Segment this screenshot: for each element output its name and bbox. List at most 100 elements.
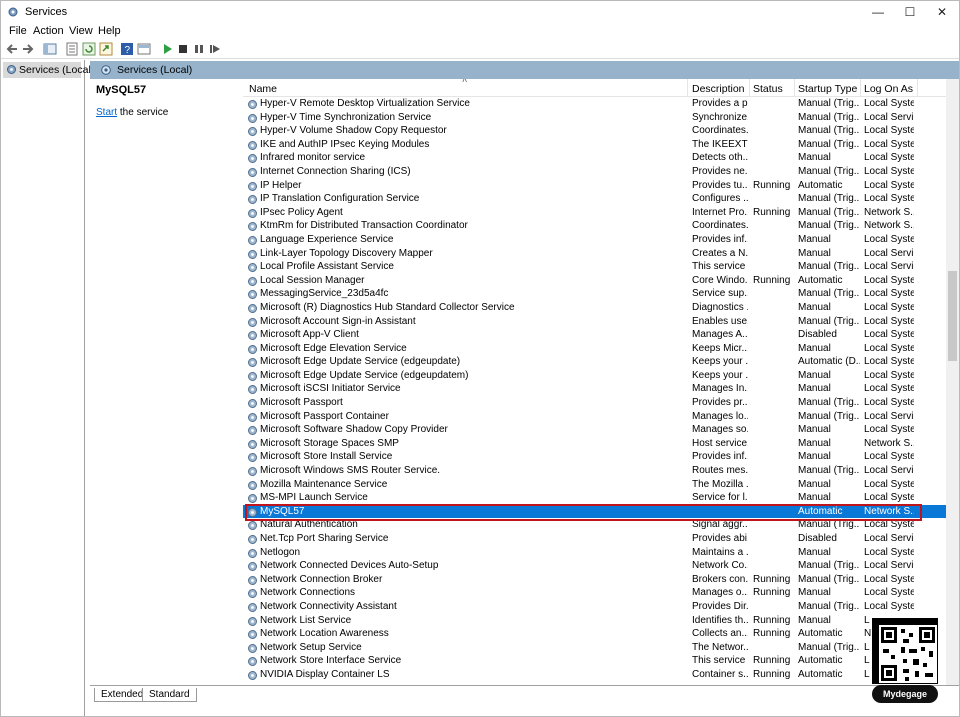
table-row[interactable]: Network Connections Manages o... Running Ma… [243,586,946,600]
menu-file[interactable]: File [9,25,27,37]
table-row[interactable]: MessagingService_23d5a4fc Service sup... M… [243,287,946,301]
service-startup-type: Manual [798,614,831,626]
table-row[interactable]: Microsoft Edge Update Service (edgeupdat… [243,355,946,369]
service-gear-icon [248,616,257,626]
table-row[interactable]: IKE and AuthIP IPsec Keying Modules The I… [243,138,946,152]
minimize-button[interactable]: — [862,1,894,23]
qr-code-icon [872,618,938,684]
service-gear-icon [248,344,257,354]
table-row[interactable]: Net.Tcp Port Sharing Service Provides abi… [243,532,946,546]
table-row[interactable]: Network Setup Service The Networ... Manual… [243,641,946,655]
table-row[interactable]: Network Connection Broker Brokers con... R… [243,573,946,587]
table-row[interactable]: Hyper-V Volume Shadow Copy Requestor Coor… [243,124,946,138]
table-row[interactable]: Microsoft App-V Client Manages A... Disabl… [243,328,946,342]
table-row[interactable]: Microsoft Edge Elevation Service Keeps Mi… [243,342,946,356]
table-row[interactable]: IP Translation Configuration Service Conf… [243,192,946,206]
service-description: Provides pr... [692,397,748,409]
table-row[interactable]: Microsoft Storage Spaces SMP Host service… [243,437,946,451]
table-row[interactable]: Hyper-V Remote Desktop Virtualization Se… [243,97,946,111]
column-header-status[interactable]: Status [753,83,783,95]
table-row[interactable]: Microsoft Software Shadow Copy Provider M… [243,423,946,437]
service-startup-type: Manual (Trig... [798,111,860,123]
table-row[interactable]: IP Helper Provides tu... Running Automatic L… [243,179,946,193]
table-row[interactable]: Network Connectivity Assistant Provides D… [243,600,946,614]
column-header-name[interactable]: Name [249,83,277,95]
properties-list-icon[interactable] [65,42,79,56]
table-row[interactable]: Microsoft Account Sign-in Assistant Enabl… [243,315,946,329]
table-row[interactable]: Network List Service Identifies th... Runn… [243,614,946,628]
table-row[interactable]: Network Store Interface Service This serv… [243,654,946,668]
stop-service-icon[interactable] [176,42,190,56]
restart-service-icon[interactable] [208,42,222,56]
menu-view[interactable]: View [69,25,93,37]
start-service-suffix: the service [117,107,169,118]
table-row[interactable]: Network Location Awareness Collects an...… [243,627,946,641]
vertical-scrollbar[interactable] [946,79,959,685]
table-row[interactable]: IPsec Policy Agent Internet Pro... Running… [243,206,946,220]
table-row[interactable]: MS-MPI Launch Service Service for l... Man… [243,491,946,505]
service-status: Running [753,655,791,667]
service-log-on-as: Local Syste... [864,193,914,205]
service-description: Host service... [692,437,748,449]
column-header-log-on-as[interactable]: Log On As [864,83,913,95]
service-startup-type: Manual [798,342,831,354]
start-service-icon[interactable] [160,42,174,56]
service-gear-icon [248,113,257,123]
table-row[interactable]: Microsoft Passport Provides pr... Manual (… [243,396,946,410]
selected-service-title: MySQL57 [96,84,147,96]
show-tree-icon[interactable] [43,42,57,56]
pane-header: Services (Local) [90,61,959,79]
table-row-selected[interactable]: MySQL57 Automatic Network S... [243,504,946,519]
menu-action[interactable]: Action [33,25,64,37]
service-description: Provides ne... [692,165,748,177]
column-header-startup-type[interactable]: Startup Type [798,83,857,95]
table-row[interactable]: Microsoft iSCSI Initiator Service Manages… [243,382,946,396]
service-startup-type: Manual [798,369,831,381]
menu-help[interactable]: Help [98,25,121,37]
table-row[interactable]: Local Profile Assistant Service This serv… [243,260,946,274]
table-row[interactable]: Microsoft Passport Container Manages lo..… [243,410,946,424]
table-row[interactable]: Infrared monitor service Detects oth... Ma… [243,151,946,165]
table-row[interactable]: Microsoft Edge Update Service (edgeupdat… [243,369,946,383]
table-row[interactable]: Link-Layer Topology Discovery Mapper Crea… [243,247,946,261]
table-row[interactable]: Hyper-V Time Synchronization Service Sync… [243,111,946,125]
service-description: Collects an... [692,628,748,640]
maximize-button[interactable]: ☐ [894,1,926,23]
service-description: Manages so... [692,424,748,436]
service-description: Internet Pro... [692,206,748,218]
scrollbar-thumb[interactable] [948,271,957,361]
service-log-on-as: Local Service [864,247,914,259]
table-row[interactable]: Microsoft Store Install Service Provides … [243,450,946,464]
table-row[interactable]: NVIDIA Display Container LS Container s..… [243,668,946,682]
table-row[interactable]: Netlogon Maintains a ... Manual Local Syste… [243,546,946,560]
service-startup-type: Manual [798,424,831,436]
table-row[interactable]: Microsoft Windows SMS Router Service. Rou… [243,464,946,478]
table-row[interactable]: Local Session Manager Core Windo... Runnin… [243,274,946,288]
table-row[interactable]: Mozilla Maintenance Service The Mozilla .… [243,478,946,492]
forward-arrow-icon[interactable] [21,42,35,56]
service-startup-type: Manual (Trig... [798,288,860,300]
table-row[interactable]: Natural Authentication Signal aggr... Manu… [243,518,946,532]
tree-item-services-local[interactable]: Services (Local) [3,62,94,78]
service-gear-icon [248,222,257,232]
service-name: Microsoft (R) Diagnostics Hub Standard C… [260,301,515,313]
table-row[interactable]: Microsoft (R) Diagnostics Hub Standard C… [243,301,946,315]
start-service-link[interactable]: Start [96,107,117,118]
console-icon[interactable] [137,42,151,56]
service-name: Network List Service [260,614,352,626]
table-row[interactable]: KtmRm for Distributed Transaction Coordi… [243,219,946,233]
pause-service-icon[interactable] [192,42,206,56]
table-row[interactable]: Internet Connection Sharing (ICS) Provide… [243,165,946,179]
service-log-on-as: Local Syste... [864,165,914,177]
column-header-description[interactable]: Description [692,83,745,95]
service-description: Manages A... [692,329,748,341]
service-gear-icon [248,507,257,517]
export-list-icon[interactable] [99,42,113,56]
table-row[interactable]: Network Connected Devices Auto-Setup Netw… [243,559,946,573]
back-arrow-icon[interactable] [5,42,19,56]
tab-standard[interactable]: Standard [142,688,197,702]
close-button[interactable]: ✕ [926,1,958,23]
help-icon[interactable]: ? [120,42,134,56]
refresh-icon[interactable] [82,42,96,56]
table-row[interactable]: Language Experience Service Provides inf.… [243,233,946,247]
